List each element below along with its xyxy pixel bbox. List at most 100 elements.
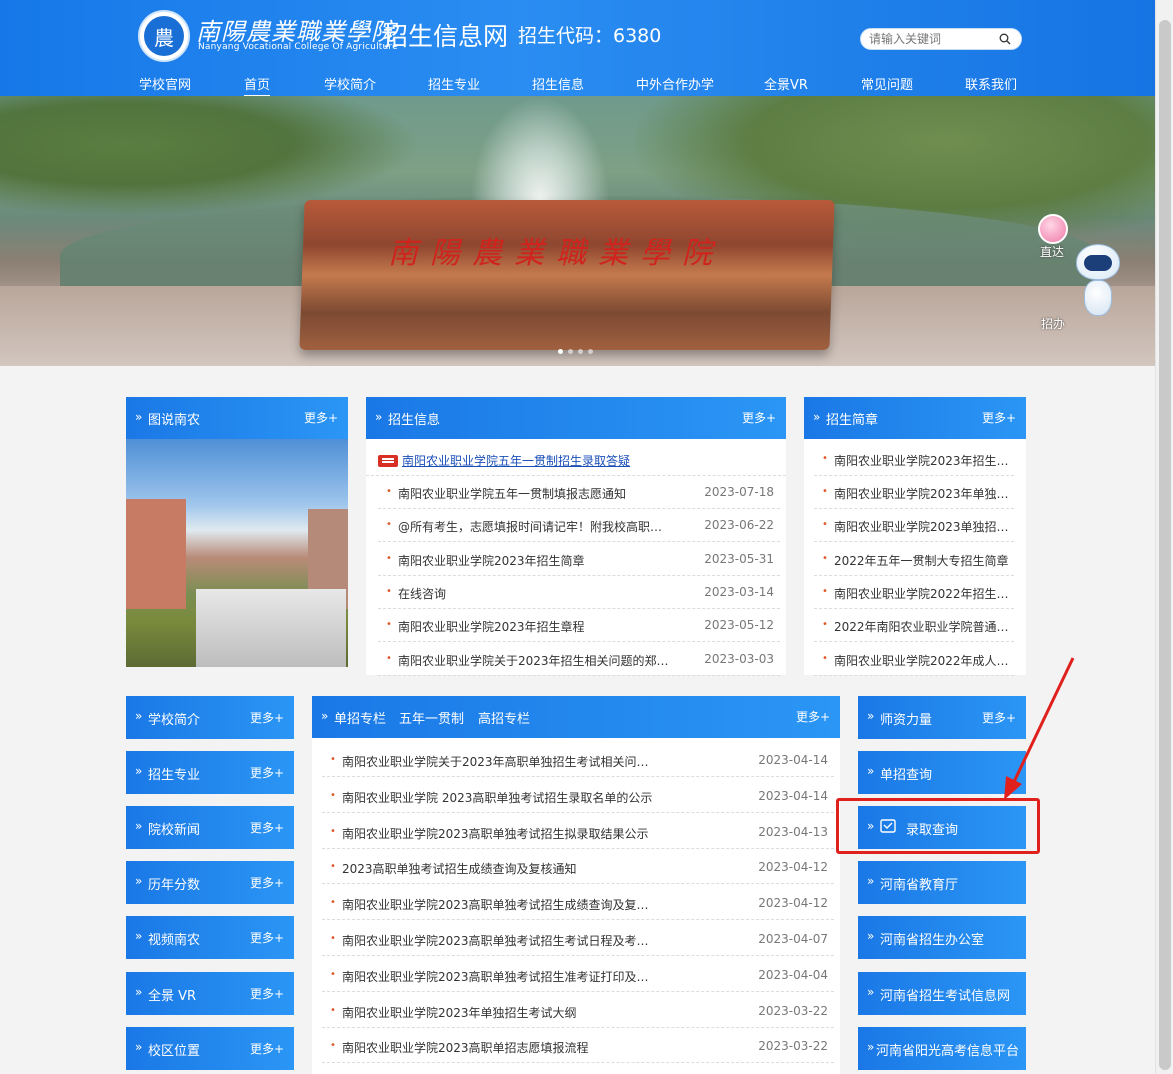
banner-dot[interactable]	[578, 349, 583, 354]
site-header: 農 南陽農業職業學院 Nanyang Vocational College Of…	[0, 0, 1155, 97]
nav-contact[interactable]: 联系我们	[965, 74, 1017, 93]
tab-college-admission[interactable]: 高招专栏	[478, 708, 530, 727]
chevron-right-icon: »	[375, 410, 383, 424]
henan-admission-office-button[interactable]: » 河南省招生办公室	[858, 916, 1026, 959]
chevron-right-icon: »	[867, 709, 875, 723]
panorama-vr-button[interactable]: » 全景 VR 更多+	[126, 972, 294, 1015]
banner-dot[interactable]	[588, 349, 593, 354]
more-link[interactable]: 更多+	[304, 409, 338, 426]
brochure-list: • 南阳农业职业学院2023年招生… • 南阳农业职业学院2023年单独… • 南阳农…	[804, 439, 1026, 676]
more-link[interactable]: 更多+	[250, 1040, 284, 1057]
chevron-right-icon: »	[135, 764, 143, 778]
banner-dot[interactable]	[568, 349, 573, 354]
chevron-right-icon: »	[135, 819, 143, 833]
nav-panorama-vr[interactable]: 全景VR	[764, 74, 808, 93]
more-link[interactable]: 更多+	[250, 819, 284, 836]
nav-majors[interactable]: 招生专业	[428, 74, 480, 93]
panel-title: 招生简章	[826, 413, 879, 428]
hot-tag-icon	[378, 455, 398, 467]
nav-faq[interactable]: 常见问题	[861, 74, 913, 93]
more-link[interactable]: 更多+	[742, 409, 776, 426]
banner-stone	[299, 200, 835, 350]
henan-exam-info-button[interactable]: » 河南省招生考试信息网	[858, 972, 1026, 1015]
list-item[interactable]: • 2023高职单独考试招生成绩查询及复核通知 2023-04-12	[322, 851, 834, 884]
school-intro-button[interactable]: » 学校简介 更多+	[126, 696, 294, 739]
college-news-button[interactable]: » 院校新闻 更多+	[126, 806, 294, 849]
chevron-right-icon: »	[867, 874, 875, 888]
list-item[interactable]: • 南阳农业职业学院关于2023年招生相关问题的郑… 2023-03-03	[378, 643, 780, 676]
nav-school-intro[interactable]: 学校简介	[324, 74, 376, 93]
list-item[interactable]: • 南阳农业职业学院2023单独招…	[814, 509, 1014, 542]
list-item[interactable]: • 南阳农业职业学院 2023高职单独考试招生录取名单的公示 2023-04-14	[322, 780, 834, 813]
list-item[interactable]: • 南阳农业职业学院2023高职单独考试招生考试日程及考… 2023-04-07	[322, 923, 834, 956]
henan-education-dept-button[interactable]: » 河南省教育厅	[858, 861, 1026, 904]
more-link[interactable]: 更多+	[796, 708, 830, 725]
banner-pagination	[558, 349, 593, 354]
nav-home[interactable]: 首页	[244, 74, 271, 97]
more-link[interactable]: 更多+	[250, 874, 284, 891]
more-link[interactable]: 更多+	[982, 409, 1016, 426]
site-title: 招生信息网	[383, 22, 509, 51]
arrow-annotation-icon	[1004, 657, 1075, 800]
tab-five-year[interactable]: 五年一贯制	[399, 708, 464, 727]
list-item[interactable]: • 南阳农业职业学院2023年单独…	[814, 476, 1014, 509]
panel-title: 招生信息	[388, 413, 441, 428]
list-item[interactable]: • 南阳农业职业学院2023高职单独考试招生准考证打印及… 2023-04-04	[322, 959, 834, 992]
henan-sunshine-platform-button[interactable]: » 河南省阳光高考信息平台	[858, 1027, 1026, 1070]
direct-access-icon[interactable]	[1038, 214, 1068, 244]
chevron-right-icon: »	[867, 764, 875, 778]
banner-dot[interactable]	[558, 349, 563, 354]
list-item[interactable]: • 在线咨询 2023-03-14	[378, 576, 780, 609]
video-button[interactable]: » 视频南农 更多+	[126, 916, 294, 959]
past-scores-button[interactable]: » 历年分数 更多+	[126, 861, 294, 904]
tab-single-exam[interactable]: 单招专栏	[334, 708, 386, 727]
single-exam-list: • 南阳农业职业学院关于2023年高职单独招生考试相关问… 2023-04-14 •…	[312, 738, 840, 1074]
list-item[interactable]: • 南阳农业职业学院2023年招生简章 2023-05-31	[378, 543, 780, 576]
college-seal-logo[interactable]: 農	[138, 10, 190, 62]
chevron-right-icon: »	[135, 929, 143, 943]
main-nav: 学校官网 首页 学校简介 招生专业 招生信息 中外合作办学 全景VR 常见问题 …	[0, 70, 1155, 97]
admission-office-label[interactable]: 招办	[1041, 315, 1065, 332]
chevron-right-icon: »	[135, 985, 143, 999]
more-link[interactable]: 更多+	[250, 709, 284, 726]
direct-access-label[interactable]: 直达	[1040, 243, 1064, 260]
vertical-scrollbar[interactable]	[1155, 0, 1173, 1074]
robot-assistant-icon[interactable]	[1072, 244, 1124, 320]
list-item[interactable]: • 南阳农业职业学院2023高职单招志愿填报流程 2023-03-22	[322, 1030, 834, 1063]
list-item[interactable]: • 南阳农业职业学院2022年成人…	[814, 643, 1014, 676]
featured-news-item[interactable]: 南阳农业职业学院五年一贯制招生录取答疑	[366, 443, 786, 476]
search-icon[interactable]	[999, 33, 1011, 45]
list-item[interactable]: • 南阳农业职业学院关于2023年高职单独招生考试相关问… 2023-04-14	[322, 744, 834, 777]
list-item[interactable]: • 南阳农业职业学院2023高职单独考试招生成绩查询及复… 2023-04-12	[322, 887, 834, 920]
chevron-right-icon: »	[867, 929, 875, 943]
nav-admission-info[interactable]: 招生信息	[532, 74, 584, 93]
list-item[interactable]: • 2022年南阳农业职业学院普通…	[814, 609, 1014, 642]
list-item[interactable]: • 南阳农业职业学院2023年招生…	[814, 443, 1014, 476]
banner-stone-inscription: 南陽農業職業學院	[388, 236, 724, 271]
more-link[interactable]: 更多+	[250, 985, 284, 1002]
more-link[interactable]: 更多+	[250, 764, 284, 781]
highlight-annotation	[836, 798, 1040, 854]
list-item[interactable]: • 南阳农业职业学院2022年招生…	[814, 576, 1014, 609]
majors-button[interactable]: » 招生专业 更多+	[126, 751, 294, 794]
list-item[interactable]: • 南阳农业职业学院2023年单独招生考试大纲 2023-03-22	[322, 995, 834, 1028]
list-item[interactable]: • @所有考生，志愿填报时间请记牢！附我校高职… 2023-06-22	[378, 509, 780, 542]
list-item[interactable]: • 南阳农业职业学院五年一贯制填报志愿通知 2023-07-18	[378, 476, 780, 509]
photo-panel-header: » 图说南农 更多+	[126, 397, 348, 439]
enrollment-code: 招生代码：6380	[518, 25, 662, 47]
chevron-right-icon: »	[321, 709, 329, 723]
chevron-right-icon: »	[813, 410, 821, 424]
search-input[interactable]	[869, 31, 997, 47]
more-link[interactable]: 更多+	[250, 929, 284, 946]
list-item[interactable]: • 2022年五年一贯制大专招生简章	[814, 543, 1014, 576]
list-item[interactable]: • 南阳农业职业学院2023高职单独考试招生拟录取结果公示 2023-04-13	[322, 816, 834, 849]
list-item[interactable]: • 南阳农业职业学院2023年招生章程 2023-05-12	[378, 609, 780, 642]
admission-info-list: 南阳农业职业学院五年一贯制招生录取答疑 • 南阳农业职业学院五年一贯制填报志愿通知…	[366, 439, 786, 676]
scrollbar-thumb[interactable]	[1159, 20, 1171, 1070]
nav-school-site[interactable]: 学校官网	[139, 74, 191, 93]
campus-location-button[interactable]: » 校区位置 更多+	[126, 1027, 294, 1070]
admission-info-header: » 招生信息 更多+	[366, 397, 786, 439]
nav-joint-programs[interactable]: 中外合作办学	[636, 74, 714, 93]
chevron-right-icon: »	[135, 709, 143, 723]
campus-photo[interactable]	[126, 439, 348, 667]
